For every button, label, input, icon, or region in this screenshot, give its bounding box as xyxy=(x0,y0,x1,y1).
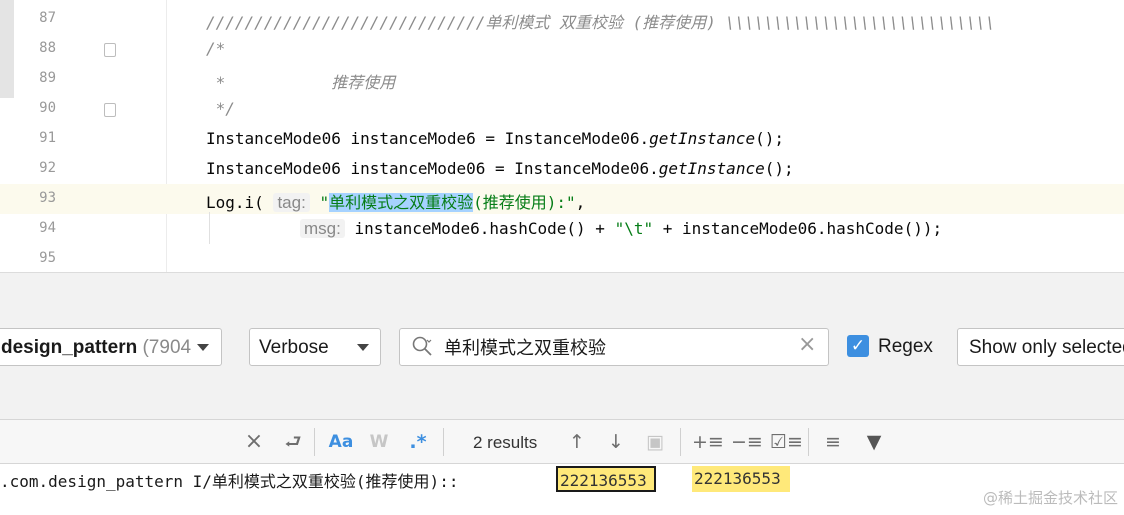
log-level-value: Verbose xyxy=(259,337,329,358)
search-results-count: 2 results xyxy=(473,433,538,452)
process-select[interactable]: design_pattern (7904 xyxy=(0,328,222,366)
fold-marker-icon[interactable] xyxy=(104,43,116,57)
code-segment: Log.i( xyxy=(206,193,264,212)
code-text[interactable]: msg: instanceMode6.hashCode() + "\t" + i… xyxy=(300,219,942,239)
add-occurrence-icon[interactable]: +≡ xyxy=(692,430,724,454)
code-line[interactable]: 95 xyxy=(0,244,1124,272)
code-line[interactable]: 92 InstanceMode06 instanceMode06 = Insta… xyxy=(0,154,1124,184)
code-text[interactable]: InstanceMode06 instanceMode06 = Instance… xyxy=(206,159,794,178)
log-search-input[interactable] xyxy=(444,335,784,359)
string-literal: "\t" xyxy=(614,219,654,238)
code-text[interactable]: /* xyxy=(206,39,225,58)
chevron-down-icon xyxy=(357,344,369,351)
code-text[interactable]: /////////////////////////////单利模式 双重校验 (… xyxy=(206,9,995,33)
regex-icon[interactable]: .* xyxy=(406,430,430,454)
whole-words-icon[interactable]: W xyxy=(367,430,391,454)
filter-value: Show only selected xyxy=(969,337,1124,358)
new-line-icon[interactable]: ⮐ xyxy=(282,430,304,454)
selected-text[interactable]: 单利模式之双重校验 xyxy=(329,193,474,212)
code-text[interactable]: * 推荐使用 xyxy=(206,69,396,93)
code-line[interactable]: 89 * 推荐使用 xyxy=(0,64,1124,94)
code-segment: InstanceMode06 instanceMode6 = InstanceM… xyxy=(206,129,650,148)
arrow-down-icon[interactable]: ↓ xyxy=(605,430,627,454)
code-segment: , xyxy=(575,193,586,212)
chevron-down-icon xyxy=(197,344,209,351)
parameter-hint-msg: msg: xyxy=(300,219,345,238)
code-segment: instanceMode6.hashCode() + xyxy=(354,219,615,238)
code-segment: InstanceMode06 instanceMode06 = Instance… xyxy=(206,159,659,178)
string-quote: " xyxy=(319,193,330,212)
toolbar-separator xyxy=(808,428,809,456)
arrow-up-icon[interactable]: ↑ xyxy=(566,430,588,454)
clear-search-icon[interactable]: × xyxy=(798,334,816,356)
code-segment: (); xyxy=(764,159,794,178)
clear-find-icon[interactable]: × xyxy=(243,430,265,454)
search-match-current[interactable]: 222136553 xyxy=(556,466,656,492)
code-text[interactable]: Log.i( tag: "单利模式之双重校验(推荐使用):", xyxy=(206,189,585,213)
line-number: 91 xyxy=(39,130,56,146)
toolbar-separator xyxy=(443,428,444,456)
toolbar-separator xyxy=(680,428,681,456)
code-segment: (); xyxy=(755,129,784,148)
code-line[interactable]: 90 */ xyxy=(0,94,1124,124)
code-line[interactable]: 94 msg: instanceMode6.hashCode() + "\t" … xyxy=(0,214,1124,244)
code-line[interactable]: 91 InstanceMode06 instanceMode6 = Instan… xyxy=(0,124,1124,154)
filter-icon[interactable]: ▼ xyxy=(858,430,890,454)
code-text[interactable]: */ xyxy=(206,99,235,118)
code-segment: + instanceMode06.hashCode()); xyxy=(653,219,943,238)
line-number: 88 xyxy=(39,40,56,56)
regex-label: Regex xyxy=(878,336,933,357)
line-number: 94 xyxy=(39,220,56,236)
regex-checkbox[interactable]: ✓ xyxy=(847,335,869,357)
line-number: 92 xyxy=(39,160,56,176)
code-editor[interactable]: 87 /////////////////////////////单利模式 双重校… xyxy=(0,0,1124,272)
parameter-hint-tag: tag: xyxy=(273,193,310,212)
string-literal: (推荐使用):" xyxy=(473,193,576,212)
line-number: 89 xyxy=(39,70,56,86)
line-number: 95 xyxy=(39,250,56,266)
text-format-icon[interactable]: ≡ xyxy=(820,430,846,454)
filter-select[interactable]: Show only selected xyxy=(957,328,1124,366)
fold-marker-icon[interactable] xyxy=(104,103,116,117)
watermark: @稀土掘金技术社区 xyxy=(982,489,1118,507)
find-bar: × ⮐ Aa W .* 2 results ↑ ↓ ▣ +≡ −≡ ☑≡ ≡ ▼ xyxy=(0,420,1124,464)
method-name: getInstance xyxy=(649,129,756,148)
logcat-toolbar: design_pattern (7904 Verbose × ✓ Regex S… xyxy=(0,314,1124,420)
line-number: 93 xyxy=(39,190,56,206)
remove-occurrence-icon[interactable]: −≡ xyxy=(731,430,763,454)
process-pid: (7904 xyxy=(142,337,192,358)
log-level-select[interactable]: Verbose xyxy=(249,328,381,366)
code-line-current[interactable]: 93 Log.i( tag: "单利模式之双重校验(推荐使用):", xyxy=(0,184,1124,214)
panel-divider[interactable] xyxy=(0,272,1124,314)
log-entry[interactable]: .com.design_pattern I/单利模式之双重校验(推荐使用):: xyxy=(0,464,468,494)
match-case-icon[interactable]: Aa xyxy=(327,430,355,454)
select-all-occurrences-icon[interactable]: ☑≡ xyxy=(770,430,803,454)
line-number: 87 xyxy=(39,10,56,26)
code-text[interactable]: InstanceMode06 instanceMode6 = InstanceM… xyxy=(206,129,784,148)
process-name: design_pattern xyxy=(1,337,138,358)
code-line[interactable]: 88 /* xyxy=(0,34,1124,64)
toolbar-separator xyxy=(314,428,315,456)
search-icon[interactable] xyxy=(410,334,434,358)
line-number: 90 xyxy=(39,100,56,116)
code-line[interactable]: 87 /////////////////////////////单利模式 双重校… xyxy=(0,4,1124,34)
select-all-icon[interactable]: ▣ xyxy=(644,430,666,454)
method-name: getInstance xyxy=(658,159,765,178)
search-match[interactable]: 222136553 xyxy=(692,466,790,492)
